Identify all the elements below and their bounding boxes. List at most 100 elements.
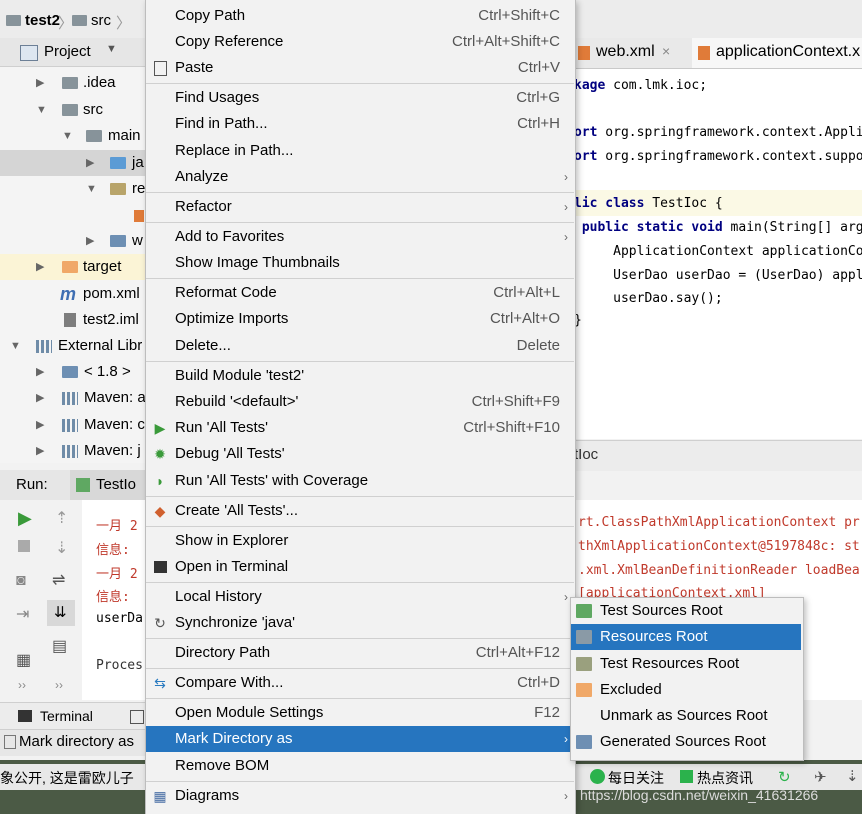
hot-news-link[interactable]: 热点资讯 (697, 768, 753, 788)
tab-web-xml[interactable]: web.xml × (574, 38, 700, 68)
library-icon (36, 340, 52, 353)
tree-item-webapp[interactable]: ▶ w (0, 228, 148, 254)
run-tab[interactable]: TestIo (70, 470, 148, 500)
tree-item-xml-file[interactable] (0, 202, 148, 228)
more-icon[interactable]: ›› (18, 678, 26, 692)
console-line: thXmlApplicationContext@5197848c: st (578, 539, 860, 554)
layout-icon[interactable]: ▦ (16, 650, 31, 670)
chevron-right-icon: › (564, 200, 568, 214)
refresh-icon[interactable]: ↻ (778, 768, 791, 786)
exit-icon[interactable]: ⇥ (16, 604, 29, 624)
news-icon (680, 770, 693, 783)
tree-item-maven-3[interactable]: ▶ Maven: j (0, 438, 148, 464)
soft-wrap-icon[interactable]: ⇌ (52, 570, 65, 590)
menu-item-create-all-tests[interactable]: ◆ Create 'All Tests'... (146, 498, 574, 524)
menu-item-reformat-code[interactable]: Reformat Code Ctrl+Alt+L (146, 280, 574, 306)
debug-icon: ✹ (154, 446, 166, 462)
submenu-item-generated-sources-root[interactable]: Generated Sources Root (571, 729, 801, 755)
menu-item-delete[interactable]: Delete... Delete (146, 333, 574, 359)
editor-breadcrumb: tIoc (574, 440, 862, 471)
submenu-item-unmark[interactable]: Unmark as Sources Root (571, 703, 801, 729)
menu-item-copy-path[interactable]: Copy Path Ctrl+Shift+C (146, 3, 574, 29)
menu-separator (146, 582, 574, 583)
news-ticker[interactable]: 象公开, 这是雷欧儿子 (0, 764, 146, 790)
stop-icon[interactable] (18, 540, 30, 552)
play-icon[interactable] (590, 769, 605, 784)
menu-item-compare-with[interactable]: ⇆ Compare With... Ctrl+D (146, 670, 574, 696)
menu-item-open-in-terminal[interactable]: Open in Terminal (146, 554, 574, 580)
chevron-right-icon: › (564, 789, 568, 803)
tab-application-context[interactable]: applicationContext.x (692, 38, 862, 68)
daily-news-link[interactable]: 每日关注 (608, 768, 664, 788)
breadcrumb-folder[interactable]: src (72, 12, 111, 29)
menu-item-directory-path[interactable]: Directory Path Ctrl+Alt+F12 (146, 640, 574, 666)
folder-icon (72, 15, 87, 26)
code-line: UserDao userDao = (UserDao) appl (574, 268, 862, 283)
library-icon (62, 392, 78, 405)
scroll-to-end-icon[interactable]: ⇊ (47, 600, 75, 626)
menu-item-build-module[interactable]: Build Module 'test2' (146, 363, 574, 389)
module-file-icon (64, 313, 76, 327)
tree-item-main[interactable]: ▼ main (0, 123, 148, 149)
menu-item-copy-reference[interactable]: Copy Reference Ctrl+Alt+Shift+C (146, 29, 574, 55)
menu-item-optimize-imports[interactable]: Optimize Imports Ctrl+Alt+O (146, 306, 574, 332)
folder-icon (6, 15, 21, 26)
compare-icon: ⇆ (154, 675, 166, 691)
menu-item-synchronize[interactable]: ↻ Synchronize 'java' (146, 610, 574, 636)
terminal-tab[interactable]: Terminal (0, 703, 148, 730)
tree-item-target[interactable]: ▶ target (0, 254, 148, 280)
tree-item-external-libraries[interactable]: ▼ External Libr (0, 333, 148, 359)
menu-item-find-usages[interactable]: Find Usages Ctrl+G (146, 85, 574, 111)
maven-icon: m (60, 284, 77, 304)
menu-item-mark-directory-as[interactable]: Mark Directory as › (146, 726, 574, 752)
menu-item-open-module-settings[interactable]: Open Module Settings F12 (146, 700, 574, 726)
more-icon[interactable]: ›› (55, 678, 63, 692)
menu-item-run-with-coverage[interactable]: ◗ Run 'All Tests' with Coverage (146, 468, 574, 494)
menu-item-replace-in-path[interactable]: Replace in Path... (146, 138, 574, 164)
menu-item-find-in-path[interactable]: Find in Path... Ctrl+H (146, 111, 574, 137)
submenu-item-test-resources-root[interactable]: Test Resources Root (571, 651, 801, 677)
menu-item-local-history[interactable]: Local History › (146, 584, 574, 610)
editor-tab-bar: web.xml × applicationContext.x (574, 38, 862, 69)
tree-item-pom[interactable]: m pom.xml (0, 281, 148, 307)
camera-icon[interactable]: ◙ (16, 572, 26, 590)
menu-item-diagrams[interactable]: ▦ Diagrams › (146, 783, 574, 809)
close-icon[interactable]: × (662, 43, 670, 59)
tree-item-maven-1[interactable]: ▶ Maven: a (0, 385, 148, 411)
excluded-folder-icon (62, 261, 78, 273)
menu-item-remove-bom[interactable]: Remove BOM (146, 753, 574, 779)
tree-item-idea[interactable]: ▶ .idea (0, 70, 148, 96)
menu-item-show-in-explorer[interactable]: Show in Explorer (146, 528, 574, 554)
status-bar: Mark directory as (0, 729, 148, 756)
submenu-item-resources-root[interactable]: Resources Root (571, 624, 801, 650)
tree-item-src[interactable]: ▼ src (0, 97, 148, 123)
tree-item-jdk[interactable]: ▶ < 1.8 > (0, 359, 148, 385)
arrow-up-icon[interactable]: ⇡ (55, 508, 68, 528)
menu-item-rebuild[interactable]: Rebuild '<default>' Ctrl+Shift+F9 (146, 389, 574, 415)
print-icon[interactable]: ▤ (52, 636, 67, 656)
menu-item-analyze[interactable]: Analyze › (146, 164, 574, 190)
menu-item-refactor[interactable]: Refactor › (146, 194, 574, 220)
menu-item-paste[interactable]: Paste Ctrl+V (146, 55, 574, 81)
pin-icon[interactable]: ✈ (814, 768, 827, 786)
download-icon[interactable]: ⇣ (846, 767, 859, 785)
xml-file-icon (134, 210, 144, 222)
tree-item-java[interactable]: ▶ ja (0, 150, 148, 176)
menu-item-debug-all-tests[interactable]: ✹ Debug 'All Tests' (146, 441, 574, 467)
run-icon[interactable]: ▶ (18, 508, 32, 529)
paste-icon (154, 61, 167, 76)
tree-item-maven-2[interactable]: ▶ Maven: c (0, 412, 148, 438)
todo-icon[interactable] (130, 710, 144, 724)
tree-item-resources[interactable]: ▼ re (0, 176, 148, 202)
run-panel-header: Run: TestIo (0, 470, 148, 501)
menu-item-add-to-favorites[interactable]: Add to Favorites › (146, 224, 574, 250)
tree-item-iml[interactable]: test2.iml (0, 307, 148, 333)
chevron-down-icon[interactable]: ▼ (106, 43, 117, 55)
menu-item-run-all-tests[interactable]: ▶ Run 'All Tests' Ctrl+Shift+F10 (146, 415, 574, 441)
arrow-down-icon[interactable]: ⇣ (55, 538, 68, 558)
submenu-item-test-sources-root[interactable]: Test Sources Root (571, 598, 801, 624)
submenu-item-excluded[interactable]: Excluded (571, 677, 801, 703)
project-panel-header[interactable]: Project ▼ (0, 38, 148, 67)
breadcrumb-project[interactable]: test2 (6, 12, 60, 29)
menu-item-show-image-thumbnails[interactable]: Show Image Thumbnails (146, 250, 574, 276)
